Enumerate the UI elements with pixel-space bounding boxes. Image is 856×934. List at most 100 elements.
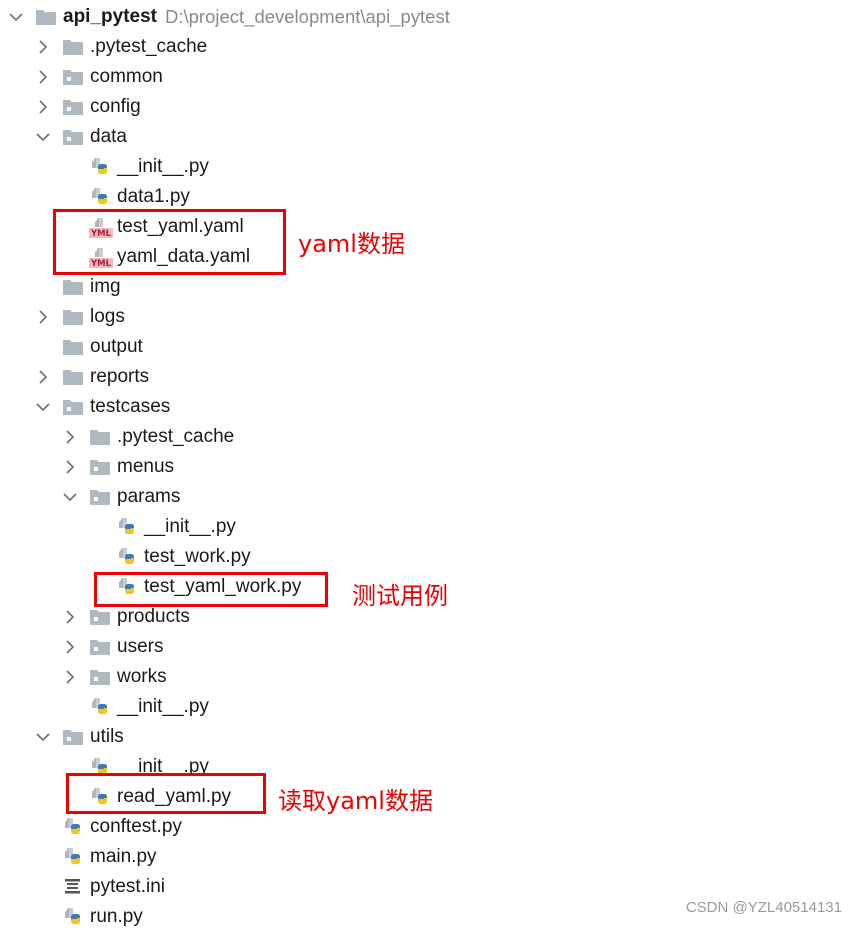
folder-package-icon [62, 127, 84, 147]
python-file-icon [62, 817, 84, 837]
chevron-down-icon[interactable] [35, 399, 51, 415]
tree-item-label: data1.py [117, 186, 190, 207]
chevron-right-icon[interactable] [35, 309, 51, 325]
chevron-right-icon[interactable] [62, 609, 78, 625]
folder-plain-icon [89, 427, 111, 447]
tree-item-label: main.py [90, 846, 157, 867]
chevron-down-icon[interactable] [35, 129, 51, 145]
folder-package-icon [89, 607, 111, 627]
tree-item-label: params [117, 486, 181, 507]
tree-item-config[interactable]: config [35, 92, 141, 122]
tree-item-label: __init__.py [117, 156, 209, 177]
tree-item-label: api_pytest [63, 6, 157, 27]
folder-plain-icon [62, 277, 84, 297]
chevron-down-icon[interactable] [62, 489, 78, 505]
tree-item-conftest-py[interactable]: conftest.py [35, 812, 182, 842]
highlight-box-yaml-files [53, 209, 286, 275]
folder-plain-icon [62, 337, 84, 357]
tree-item-label: users [117, 636, 164, 657]
tree-item-main-py[interactable]: main.py [35, 842, 157, 872]
tree-item-pytest-cache[interactable]: .pytest_cache [62, 422, 234, 452]
folder-package-icon [62, 67, 84, 87]
tree-item-label: .pytest_cache [117, 426, 235, 447]
tree-item-label: run.py [90, 906, 143, 927]
folder-package-icon [89, 637, 111, 657]
folder-package-icon [62, 97, 84, 117]
annotation-yaml-data: yaml数据 [298, 230, 405, 258]
tree-item-users[interactable]: users [62, 632, 163, 662]
tree-item-data[interactable]: data [35, 122, 127, 152]
annotation-test-case: 测试用例 [352, 582, 448, 610]
tree-item-reports[interactable]: reports [35, 362, 149, 392]
folder-package-icon [62, 727, 84, 747]
tree-item-label: __init__.py [144, 516, 236, 537]
chevron-right-icon[interactable] [62, 639, 78, 655]
tree-item-label: __init__.py [117, 696, 209, 717]
tree-item-works[interactable]: works [62, 662, 167, 692]
chevron-right-icon[interactable] [62, 459, 78, 475]
chevron-right-icon[interactable] [35, 369, 51, 385]
annotation-read-yaml: 读取yaml数据 [278, 787, 433, 815]
tree-item-label: output [90, 336, 143, 357]
chevron-down-icon[interactable] [35, 729, 51, 745]
tree-item-output[interactable]: output [35, 332, 143, 362]
tree-item-root[interactable]: api_pytest D:\project_development\api_pyt… [8, 2, 450, 32]
tree-item-init-py[interactable]: __init__.py [62, 692, 209, 722]
folder-plain-icon [62, 37, 84, 57]
highlight-box-test-case [94, 572, 328, 607]
tree-item-label: logs [90, 306, 125, 327]
chevron-right-icon[interactable] [62, 669, 78, 685]
chevron-right-icon[interactable] [35, 39, 51, 55]
tree-item-testcases[interactable]: testcases [35, 392, 170, 422]
tree-item-menus[interactable]: menus [62, 452, 174, 482]
chevron-right-icon[interactable] [62, 429, 78, 445]
chevron-right-icon[interactable] [35, 69, 51, 85]
tree-item-label: config [90, 96, 141, 117]
folder-package-icon [89, 487, 111, 507]
tree-item-common[interactable]: common [35, 62, 163, 92]
python-file-icon [62, 847, 84, 867]
folder-package-icon [89, 457, 111, 477]
python-file-icon [89, 187, 111, 207]
tree-item-pytest-cache[interactable]: .pytest_cache [35, 32, 207, 62]
tree-item-utils[interactable]: utils [35, 722, 124, 752]
watermark: CSDN @YZL40514131 [685, 899, 842, 916]
tree-item-run-py[interactable]: run.py [35, 902, 143, 932]
python-file-icon [116, 547, 138, 567]
ini-file-icon [62, 877, 84, 897]
chevron-down-icon[interactable] [8, 9, 24, 25]
python-file-icon [89, 157, 111, 177]
tree-item-img[interactable]: img [35, 272, 121, 302]
tree-item-test-work-py[interactable]: test_work.py [89, 542, 251, 572]
folder-plain-icon [35, 7, 57, 27]
folder-plain-icon [62, 307, 84, 327]
highlight-box-read-yaml [66, 773, 266, 814]
tree-item-label: .pytest_cache [90, 36, 208, 57]
tree-item-label: products [117, 606, 190, 627]
chevron-right-icon[interactable] [35, 99, 51, 115]
tree-item-label: img [90, 276, 121, 297]
tree-item-pytest-ini[interactable]: pytest.ini [35, 872, 165, 902]
tree-item-logs[interactable]: logs [35, 302, 125, 332]
tree-item-init-py[interactable]: __init__.py [62, 152, 209, 182]
folder-plain-icon [62, 367, 84, 387]
folder-package-icon [89, 667, 111, 687]
tree-item-params[interactable]: params [62, 482, 180, 512]
tree-item-label: pytest.ini [90, 876, 165, 897]
tree-item-data1-py[interactable]: data1.py [62, 182, 190, 212]
tree-item-label: test_work.py [144, 546, 251, 567]
tree-item-label: menus [117, 456, 175, 477]
folder-package-icon [62, 397, 84, 417]
tree-item-label: conftest.py [90, 816, 182, 837]
tree-item-label: testcases [90, 396, 171, 417]
tree-item-init-py[interactable]: __init__.py [89, 512, 236, 542]
tree-item-label: data [90, 126, 127, 147]
